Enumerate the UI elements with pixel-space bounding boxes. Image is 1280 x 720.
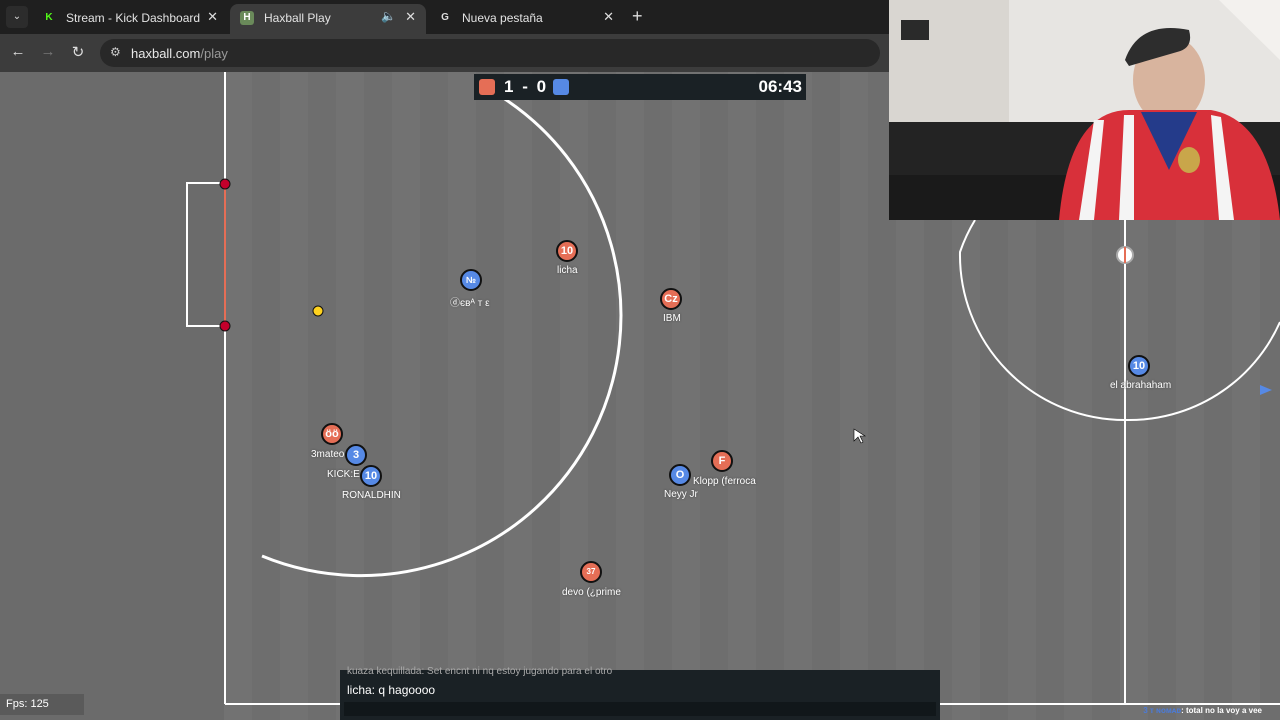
ball [312,305,324,317]
player-name: ⓓєвᴬ т ε [450,298,490,309]
player-disc: № [460,269,482,291]
chat-message: licha: q hagoooo [347,683,436,697]
goal-post [219,178,231,190]
goal-post [219,320,231,332]
chat-box: kuaza kequillada: Set encnt ni nq estoy … [340,666,940,720]
player-disc: öö [321,423,343,445]
url-path: /play [200,46,228,61]
close-icon[interactable]: ✕ [207,9,218,25]
chat-input[interactable] [344,702,936,716]
player-disc: F [711,450,733,472]
stream-chat-overlay: 3 ᴛ ɴᴏᴍᴀᴅ: total no la voy a vee [1143,706,1262,715]
player-name: 3mateo [311,449,345,460]
chat-author: 3 ᴛ ɴᴏᴍᴀᴅ [1143,706,1182,715]
new-tab-plus-icon[interactable]: + [632,6,643,27]
player-disc: O [669,464,691,486]
tab-kick-dashboard[interactable]: K Stream - Kick Dashboard ✕ [32,4,228,34]
tab-haxball-play[interactable]: H Haxball Play 🔈 ✕ [230,4,426,34]
player-name: el abrahaham [1110,380,1172,391]
red-score: 1 [504,77,514,96]
player-disc: 10 [1128,355,1150,377]
player-disc: 10 [360,465,382,487]
player-disc: 37 [580,561,602,583]
player-disc: Cz [660,288,682,310]
scoreboard: 1 - 0 06:43 [474,74,806,100]
player-name: Klopp (ferroca [693,476,756,487]
close-icon[interactable]: ✕ [405,9,416,25]
reload-icon[interactable]: ↻ [68,43,88,61]
player-disc: 3 [345,444,367,466]
kick-favicon-icon: K [45,12,53,23]
tab-nueva-pestana[interactable]: G Nueva pestaña ✕ [428,4,624,34]
webcam-overlay [889,0,1280,220]
chat-text: : total no la voy a vee [1181,706,1262,715]
back-arrow-left-icon[interactable]: ← [8,43,28,60]
tab-title: Haxball Play [264,11,331,25]
haxball-favicon-icon: H [240,11,254,25]
url-text: haxball.com/play [131,46,228,61]
red-team-icon [479,79,495,95]
player-name: devo (¿prime [562,587,621,598]
address-bar[interactable]: ⚙ haxball.com/play [100,39,880,67]
match-clock: 06:43 [758,77,802,96]
player-name: licha [557,265,578,276]
score: 1 - 0 [504,77,546,97]
player-name: RONALDHIN [342,490,401,501]
tab-search-chevron-down-icon[interactable]: ⌄ [6,6,28,28]
browser-toolbar: ← → ↻ ⚙ haxball.com/play [0,34,890,72]
blue-score: 0 [536,77,547,96]
close-icon[interactable]: ✕ [603,9,614,25]
url-host: haxball.com [131,46,201,61]
player-disc: 10 [556,240,578,262]
fps-counter: Fps: 125 [0,694,84,715]
webcam-image [889,0,1280,220]
forward-arrow-right-icon[interactable]: → [38,43,58,60]
chrome-favicon-icon: G [441,12,449,23]
outside-area [0,72,224,720]
speaker-icon[interactable]: 🔈 [381,9,396,23]
score-separator: - [522,77,528,96]
player-name: IBM [663,313,681,324]
tab-title: Stream - Kick Dashboard [66,11,201,25]
player-name: KICK:E [327,469,360,480]
tune-icon[interactable]: ⚙ [110,45,121,59]
player-name: Neyy Jr [664,489,698,500]
blue-team-icon [553,79,569,95]
chat-message: kuaza kequillada: Set encnt ni nq estoy … [347,666,613,676]
tab-title: Nueva pestaña [462,11,543,25]
